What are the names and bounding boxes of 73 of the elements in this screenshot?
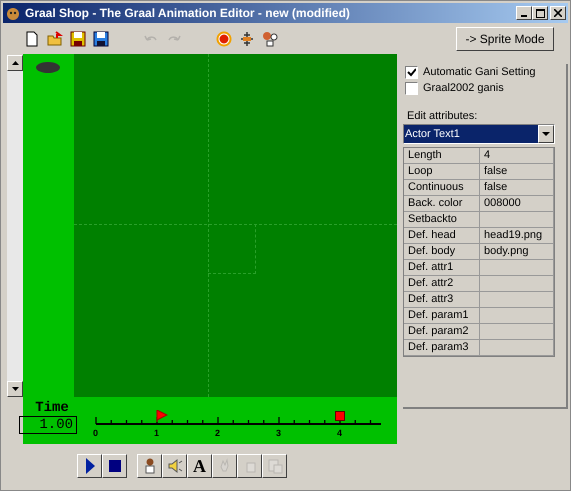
paste-icon (266, 457, 284, 475)
sprite-mode-button[interactable]: -> Sprite Mode (456, 27, 554, 51)
app-icon (5, 5, 21, 21)
attribute-value-cell[interactable] (480, 276, 554, 292)
attribute-name-cell: Def. head (404, 228, 480, 244)
stop-button[interactable] (102, 454, 127, 478)
timeline-stop[interactable]: 4 (334, 410, 352, 439)
attribute-name-cell: Continuous (404, 180, 480, 196)
attribute-value-cell[interactable] (480, 308, 554, 324)
attribute-value-cell[interactable]: body.png (480, 244, 554, 260)
flag-icon[interactable] (156, 410, 168, 422)
checkbox[interactable] (405, 66, 418, 78)
time-field[interactable]: 1.00 (19, 416, 77, 434)
attribute-name-cell: Def. param3 (404, 340, 480, 356)
minimize-button[interactable] (516, 6, 532, 20)
sprite-button[interactable] (137, 454, 162, 478)
attribute-name-cell: Setbackto (404, 212, 480, 228)
timeline-stop[interactable]: 3 (273, 410, 291, 439)
floppy-icon (70, 31, 86, 47)
text-button[interactable]: A (187, 454, 212, 478)
close-button[interactable] (550, 6, 566, 20)
maximize-button[interactable] (532, 6, 548, 20)
attribute-value-cell[interactable] (480, 324, 554, 340)
option-label: Graal2002 ganis (423, 82, 504, 94)
attribute-value-cell[interactable]: 008000 (480, 196, 554, 212)
attribute-name-cell: Back. color (404, 196, 480, 212)
checkbox[interactable] (405, 82, 418, 94)
maximize-icon (536, 8, 544, 18)
attribute-value-cell[interactable]: false (480, 180, 554, 196)
page-icon (24, 31, 40, 47)
sprites-icon (262, 31, 278, 47)
timeline-stop[interactable]: 2 (212, 410, 230, 439)
attribute-value-cell[interactable] (480, 260, 554, 276)
attribute-name-cell: Def. param1 (404, 308, 480, 324)
attribute-value-cell[interactable] (480, 340, 554, 356)
attribute-name-cell: Loop (404, 164, 480, 180)
timeline-label: 4 (337, 428, 342, 438)
flip-icon (238, 31, 254, 47)
play-button[interactable] (77, 454, 102, 478)
dropdown-arrow-icon (542, 132, 550, 136)
timeline-stop[interactable]: 1 (151, 410, 169, 439)
window-title: Graal Shop - The Graal Animation Editor - new (modified) (25, 6, 351, 20)
sound-button[interactable] (162, 454, 187, 478)
edit-attributes-label: Edit attributes: (407, 110, 478, 122)
scroll-down-icon[interactable] (7, 381, 23, 397)
scroll-up-icon[interactable] (7, 55, 23, 71)
folder-icon (46, 31, 62, 47)
close-icon (554, 9, 562, 17)
attribute-value-cell[interactable] (480, 292, 554, 308)
vertical-scrollbar[interactable] (7, 55, 23, 397)
attribute-name-cell: Length (404, 148, 480, 164)
attribute-value-cell[interactable]: false (480, 164, 554, 180)
attribute-name-cell: Def. attr2 (404, 276, 480, 292)
attribute-name-cell: Def. attr1 (404, 260, 480, 276)
attribute-value-cell[interactable] (480, 212, 554, 228)
timeline-label: 1 (154, 428, 160, 438)
floppy-icon (92, 31, 108, 47)
speaker-icon (166, 457, 184, 475)
time-label: Time (35, 400, 69, 416)
attribute-name-cell: Def. attr3 (404, 292, 480, 308)
option-label: Automatic Gani Setting (423, 66, 536, 78)
attribute-value-cell[interactable]: head19.png (480, 228, 554, 244)
end-marker[interactable] (335, 411, 345, 421)
ring-icon (216, 31, 232, 47)
timeline-label: 0 (93, 428, 98, 438)
timeline-label: 2 (215, 428, 220, 438)
shadow-ellipse (36, 62, 60, 73)
attribute-name-cell: Def. body (404, 244, 480, 260)
attribute-name-cell: Def. param2 (404, 324, 480, 340)
attribute-value-cell[interactable]: 4 (480, 148, 554, 164)
attributes-dropdown[interactable]: Actor Text1 (403, 124, 555, 144)
timeline-stop[interactable]: 0 (90, 410, 108, 439)
timeline-label: 3 (276, 428, 282, 438)
